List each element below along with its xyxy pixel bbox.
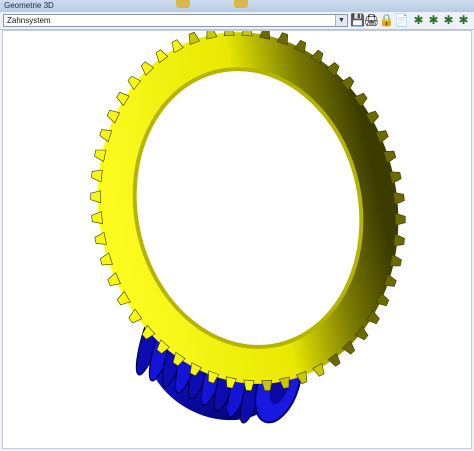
gear-tooth	[90, 190, 102, 204]
3d-scene	[90, 31, 406, 424]
print-icon: 🖨	[363, 13, 380, 27]
gear-tooth	[393, 191, 405, 205]
chevron-down-icon[interactable]: ▼	[335, 15, 347, 26]
export-icon: 📄	[394, 13, 409, 27]
view-front-icon: ✱	[428, 13, 439, 27]
export-button[interactable]: 📄	[394, 13, 409, 28]
model-select-value: Zahnsystem	[7, 16, 51, 25]
ring-gear	[90, 31, 406, 392]
gear-tooth	[223, 31, 235, 37]
title-bar-decoration	[176, 0, 190, 8]
view-top-icon: ✱	[458, 13, 469, 27]
lock-icon: 🔒	[379, 13, 394, 27]
view-side-icon: ✱	[443, 13, 454, 27]
view-button[interactable]: ✱	[411, 13, 426, 28]
view-top-button[interactable]: ✱	[456, 13, 471, 28]
toolbar: Zahnsystem ▼ 💾 🖨 🔒 📄 ✱ ✱ ✱ ✱	[0, 12, 474, 30]
window-title: Geometrie 3D	[4, 1, 54, 10]
view-icon: ✱	[413, 13, 424, 27]
gear-tooth	[393, 233, 405, 247]
3d-viewport[interactable]	[2, 30, 472, 449]
save-button[interactable]: 💾	[350, 13, 365, 28]
gear-tooth	[241, 31, 253, 37]
view-front-button[interactable]: ✱	[426, 13, 441, 28]
model-select[interactable]: Zahnsystem ▼	[3, 14, 348, 27]
gear-tooth	[91, 169, 103, 183]
view-side-button[interactable]: ✱	[441, 13, 456, 28]
print-button[interactable]: 🖨	[364, 13, 379, 28]
lock-button[interactable]: 🔒	[379, 13, 394, 28]
geometrie-3d-window: Geometrie 3D Zahnsystem ▼ 💾 🖨 🔒 📄 ✱ ✱ ✱	[0, 0, 474, 451]
save-icon: 💾	[350, 13, 365, 27]
title-bar-decoration	[234, 0, 248, 8]
title-bar: Geometrie 3D	[0, 0, 474, 12]
gear-tooth	[91, 211, 103, 225]
gear-tooth	[394, 212, 406, 226]
